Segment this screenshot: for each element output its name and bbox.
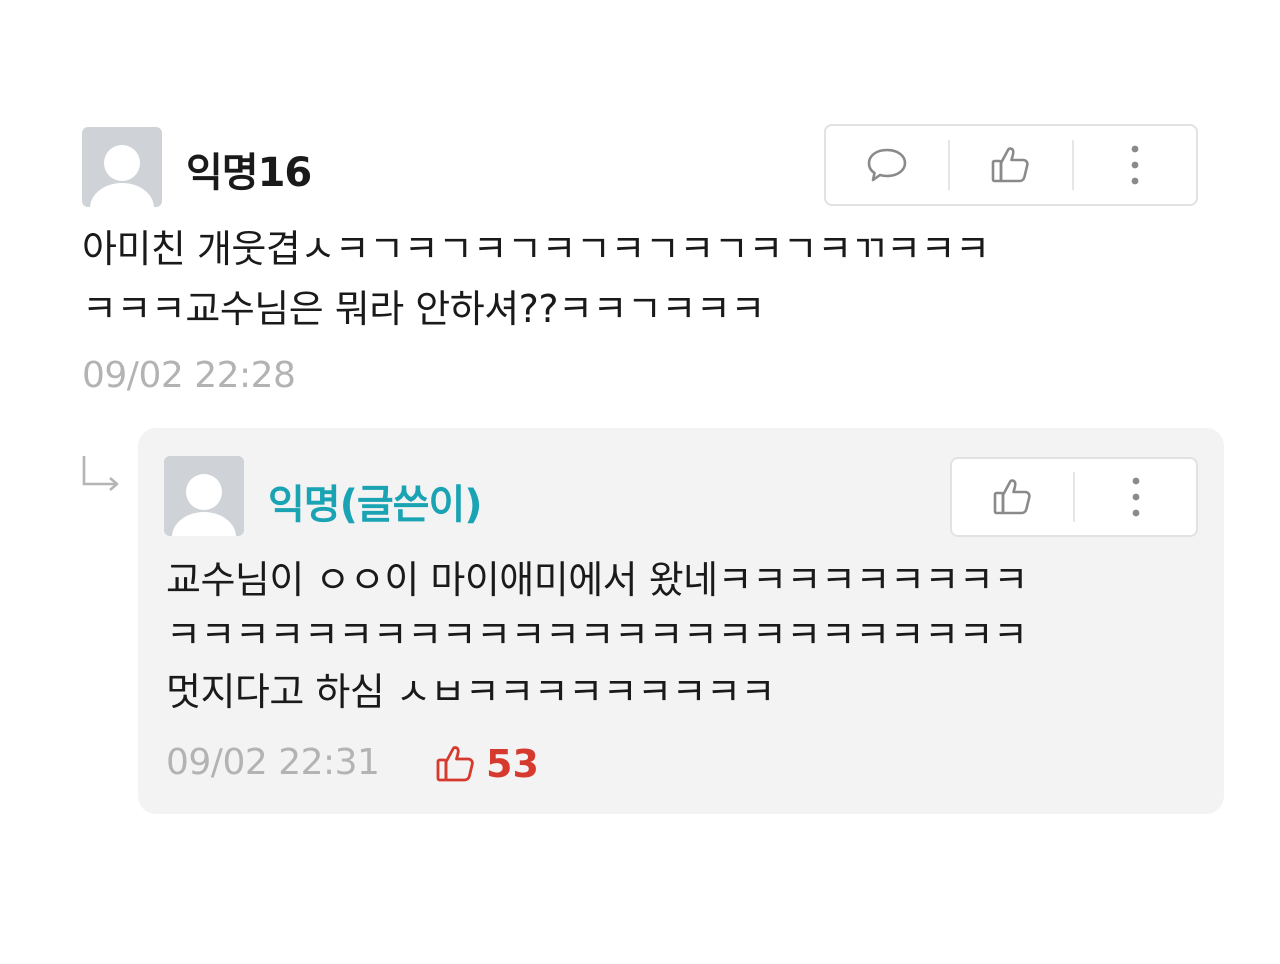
reply-action-bar <box>950 457 1198 537</box>
more-icon <box>1132 477 1139 517</box>
comment-timestamp: 09/02 22:28 <box>82 355 296 396</box>
comment-thread: 익명16 아미친 개웃겹ㅅㅋㄱㅋㄱㅋㄱㅋㄱㅋㄱㅋㄱㅋㄱㅋㄲㅋㅋㅋ ㅋㅋㅋ교수님은… <box>0 0 1280 964</box>
comment-action-bar <box>824 124 1198 206</box>
comment-nickname: 익명16 <box>186 150 312 196</box>
thumbs-up-icon <box>991 147 1029 183</box>
reply-nickname: 익명(글쓴이) <box>268 482 483 528</box>
reply-button[interactable] <box>826 126 948 204</box>
more-icon <box>1131 145 1139 185</box>
avatar <box>82 127 162 207</box>
like-count: 53 <box>486 742 539 786</box>
more-button[interactable] <box>1074 126 1196 204</box>
reply-timestamp: 09/02 22:31 <box>166 742 380 783</box>
reply-like-button[interactable] <box>952 459 1073 535</box>
reply-text-line-2: ㅋㅋㅋㅋㅋㅋㅋㅋㅋㅋㅋㅋㅋㅋㅋㅋㅋㅋㅋㅋㅋㅋㅋㅋㅋ <box>166 613 1028 657</box>
thumbs-up-icon <box>436 746 474 782</box>
reply-more-button[interactable] <box>1075 459 1196 535</box>
reply-text-line-1: 교수님이 ㅇㅇ이 마이애미에서 왔네ㅋㅋㅋㅋㅋㅋㅋㅋㅋ <box>166 558 1028 602</box>
like-count-badge: 53 <box>434 742 539 786</box>
comment-icon <box>867 148 907 182</box>
reply-arrow-icon <box>82 456 119 491</box>
comment-text-line-2: ㅋㅋㅋ교수님은 뭐라 안하셔??ㅋㅋㄱㅋㅋㅋ <box>82 287 765 331</box>
reply-avatar <box>164 456 244 536</box>
comment-text-line-1: 아미친 개웃겹ㅅㅋㄱㅋㄱㅋㄱㅋㄱㅋㄱㅋㄱㅋㄱㅋㄲㅋㅋㅋ <box>82 227 990 271</box>
thumbs-up-icon <box>993 479 1031 515</box>
reply-text-line-3: 멋지다고 하심 ㅅㅂㅋㅋㅋㅋㅋㅋㅋㅋㅋ <box>166 670 775 714</box>
like-button[interactable] <box>950 126 1072 204</box>
